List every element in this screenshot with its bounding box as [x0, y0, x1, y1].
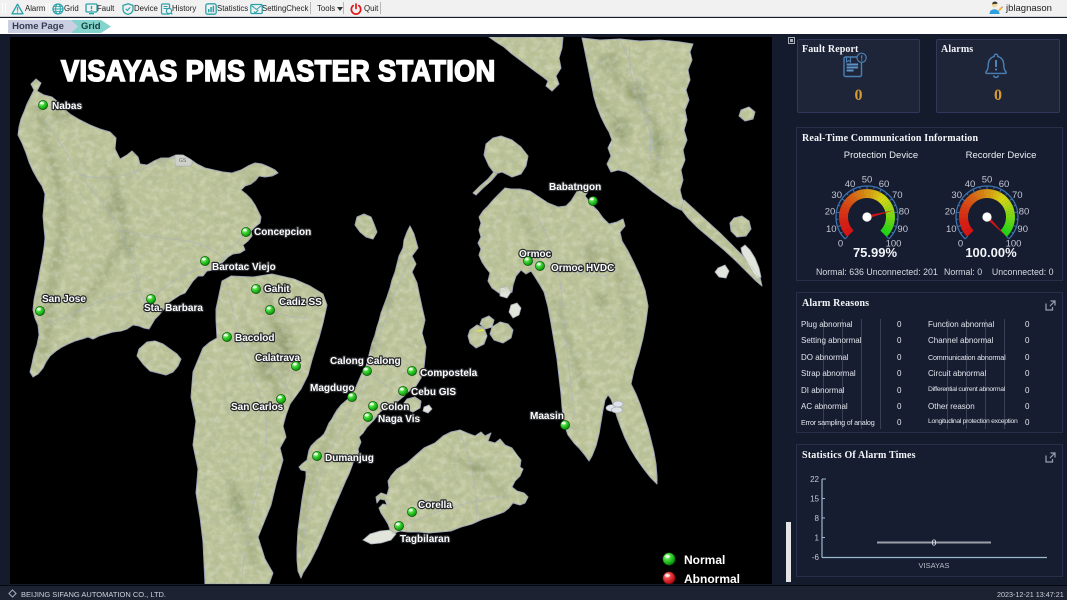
svg-text:San Jose: San Jose	[42, 294, 86, 305]
svg-text:VISAYAS PMS MASTER STATION: VISAYAS PMS MASTER STATION	[61, 55, 496, 88]
svg-text:Nabas: Nabas	[52, 101, 82, 112]
svg-text:Corella: Corella	[418, 500, 452, 511]
svg-text:80: 80	[899, 206, 910, 217]
svg-text:15: 15	[810, 495, 819, 504]
svg-text:Babatngon: Babatngon	[549, 182, 601, 193]
svg-text:Magdugo: Magdugo	[310, 383, 354, 394]
svg-text:Bacolod: Bacolod	[235, 333, 274, 344]
svg-text:60: 60	[999, 179, 1010, 190]
svg-text:Tagbilaran: Tagbilaran	[400, 534, 450, 545]
svg-text:Calong Calong: Calong Calong	[330, 356, 401, 367]
svg-text:San Carlos: San Carlos	[231, 402, 284, 413]
svg-text:Abnormal: Abnormal	[684, 572, 740, 584]
svg-text:70: 70	[1012, 190, 1023, 201]
svg-text:Compostela: Compostela	[420, 368, 478, 379]
svg-text:Sta. Barbara: Sta. Barbara	[144, 303, 203, 314]
svg-text:40: 40	[845, 179, 856, 190]
svg-text:GS: GS	[179, 158, 187, 164]
svg-text:8: 8	[815, 514, 820, 523]
svg-text:30: 30	[831, 190, 842, 201]
svg-text:80: 80	[1019, 206, 1030, 217]
svg-text:Gahit: Gahit	[264, 284, 290, 295]
svg-text:90: 90	[1017, 224, 1028, 235]
svg-text:Maasin: Maasin	[530, 411, 564, 422]
svg-text:30: 30	[951, 190, 962, 201]
svg-text:90: 90	[897, 224, 908, 235]
svg-text:Cebu GIS: Cebu GIS	[411, 387, 456, 398]
svg-text:22: 22	[810, 475, 819, 484]
svg-text:Colon: Colon	[381, 402, 409, 413]
svg-text:40: 40	[965, 179, 976, 190]
svg-text:0: 0	[932, 538, 937, 548]
svg-text:70: 70	[892, 190, 903, 201]
svg-text:Ormoc HVDC: Ormoc HVDC	[551, 263, 614, 274]
svg-text:10: 10	[946, 224, 957, 235]
svg-text:VISAYAS: VISAYAS	[919, 561, 950, 570]
svg-text:20: 20	[945, 206, 956, 217]
svg-text:1: 1	[815, 534, 820, 543]
svg-text:60: 60	[879, 179, 890, 190]
svg-text:10: 10	[826, 224, 837, 235]
svg-text:50: 50	[982, 175, 993, 186]
svg-text:Dumanjug: Dumanjug	[325, 453, 374, 464]
svg-text:Normal: Normal	[684, 553, 725, 567]
svg-text:Barotac Viejo: Barotac Viejo	[212, 262, 276, 273]
svg-text:50: 50	[862, 175, 873, 186]
svg-text:Naga Vis: Naga Vis	[378, 414, 420, 425]
svg-text:20: 20	[825, 206, 836, 217]
svg-text:Cadiz SS: Cadiz SS	[279, 297, 322, 308]
svg-text:Concepcion: Concepcion	[254, 227, 311, 238]
svg-text:-6: -6	[812, 553, 820, 562]
